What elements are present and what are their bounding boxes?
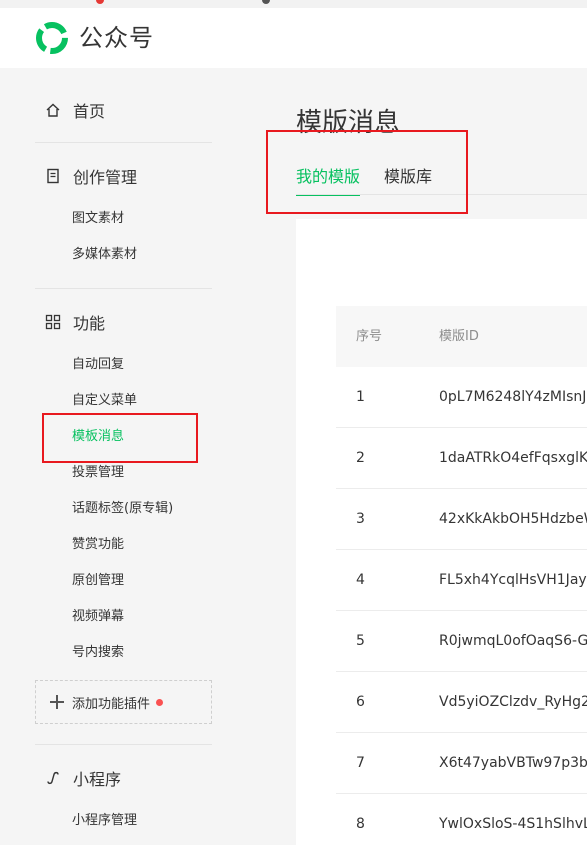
row-index: 1 (356, 389, 365, 405)
sidebar-section-label: 创作管理 (73, 168, 138, 187)
row-template-id: X6t47yabVBTw97p3b9 (439, 755, 587, 771)
table-row[interactable]: 5 R0jwmqL0ofOaqS6-Gu (336, 611, 587, 672)
add-plugin-button[interactable]: 添加功能插件 (35, 680, 212, 724)
table-row[interactable]: 6 Vd5yiOZClzdv_RyHg2l (336, 672, 587, 733)
sidebar-item-image-text[interactable]: 图文素材 (72, 209, 124, 229)
sidebar-item-miniprogram-manage[interactable]: 小程序管理 (72, 811, 137, 831)
table-row[interactable]: 4 FL5xh4YcqlHsVH1Jay7 (336, 550, 587, 611)
tab-underline-divider (296, 194, 587, 195)
bookmark-icon (96, 0, 104, 4)
row-index: 4 (356, 572, 365, 588)
sidebar-item-home[interactable]: 首页 (44, 98, 105, 122)
table-header: 序号 模版ID (336, 306, 587, 367)
sidebar-item-label: 首页 (73, 102, 106, 121)
row-template-id: Vd5yiOZClzdv_RyHg2l (439, 694, 587, 710)
notification-dot (156, 698, 164, 706)
document-icon (44, 167, 62, 185)
grid-icon (44, 313, 62, 331)
table-row[interactable]: 3 42xKkAkbOH5HdzbeW (336, 489, 587, 550)
sidebar-section-features[interactable]: 功能 (44, 310, 105, 334)
row-index: 5 (356, 633, 365, 649)
row-index: 2 (356, 450, 365, 466)
browser-bookmark-strip (0, 0, 587, 8)
divider (35, 288, 212, 289)
row-index: 8 (356, 816, 365, 832)
row-template-id: YwlOxSloS-4S1hSlhvLl (439, 816, 587, 832)
row-index: 3 (356, 511, 365, 527)
template-list-panel: 序号 模版ID 1 0pL7M6248lY4zMIsnJl 2 1daATRkO… (296, 219, 587, 845)
row-template-id: 42xKkAkbOH5HdzbeW (439, 511, 587, 527)
tab-template-library[interactable]: 模版库 (384, 166, 432, 196)
column-header-index: 序号 (356, 329, 383, 344)
sidebar-section-creation[interactable]: 创作管理 (44, 164, 137, 188)
sidebar-section-label: 小程序 (73, 770, 122, 789)
sidebar-item-search[interactable]: 号内搜索 (72, 643, 124, 663)
plus-icon (50, 695, 64, 709)
home-icon (44, 101, 62, 119)
main-content: 模版消息 我的模版 模版库 序号 模版ID 1 0pL7M6248lY4zMIs… (240, 68, 587, 845)
sidebar-item-danmaku[interactable]: 视频弹幕 (72, 607, 124, 627)
table-row[interactable]: 2 1daATRkO4efFqsxglKv (336, 428, 587, 489)
brand-logo-icon[interactable] (35, 21, 69, 55)
sidebar-item-topic-tags[interactable]: 话题标签(原专辑) (72, 499, 173, 519)
top-header: 公众号 (0, 8, 587, 68)
sidebar-item-original[interactable]: 原创管理 (72, 571, 124, 591)
divider (35, 142, 212, 143)
sidebar-item-custom-menu[interactable]: 自定义菜单 (72, 391, 137, 411)
row-index: 6 (356, 694, 365, 710)
row-template-id: R0jwmqL0ofOaqS6-Gu (439, 633, 587, 649)
bookmark-icon (262, 0, 270, 4)
table-row[interactable]: 7 X6t47yabVBTw97p3b9 (336, 733, 587, 794)
miniprogram-icon (44, 769, 62, 787)
sidebar-item-reward[interactable]: 赞赏功能 (72, 535, 124, 555)
tab-bar: 我的模版 模版库 (296, 166, 456, 196)
column-header-template-id: 模版ID (439, 329, 479, 344)
row-template-id: FL5xh4YcqlHsVH1Jay7 (439, 572, 587, 588)
row-template-id: 1daATRkO4efFqsxglKv (439, 450, 587, 466)
sidebar: 首页 创作管理 图文素材 多媒体素材 功能 自动回复 自定义菜单 模板消息 投票… (0, 68, 240, 845)
page-title: 模版消息 (296, 108, 401, 138)
add-plugin-label: 添加功能插件 (72, 696, 151, 712)
table-row[interactable]: 1 0pL7M6248lY4zMIsnJl (336, 367, 587, 428)
tab-my-templates[interactable]: 我的模版 (296, 166, 361, 196)
sidebar-item-template-message[interactable]: 模板消息 (72, 427, 124, 447)
sidebar-item-auto-reply[interactable]: 自动回复 (72, 355, 124, 375)
sidebar-item-media[interactable]: 多媒体素材 (72, 245, 137, 265)
brand-title[interactable]: 公众号 (79, 21, 154, 55)
table-row[interactable]: 8 YwlOxSloS-4S1hSlhvLl (336, 794, 587, 845)
divider (35, 744, 212, 745)
row-index: 7 (356, 755, 365, 771)
row-template-id: 0pL7M6248lY4zMIsnJl (439, 389, 587, 405)
sidebar-item-vote[interactable]: 投票管理 (72, 463, 124, 483)
sidebar-section-miniprogram[interactable]: 小程序 (44, 766, 121, 790)
sidebar-section-label: 功能 (73, 314, 106, 333)
